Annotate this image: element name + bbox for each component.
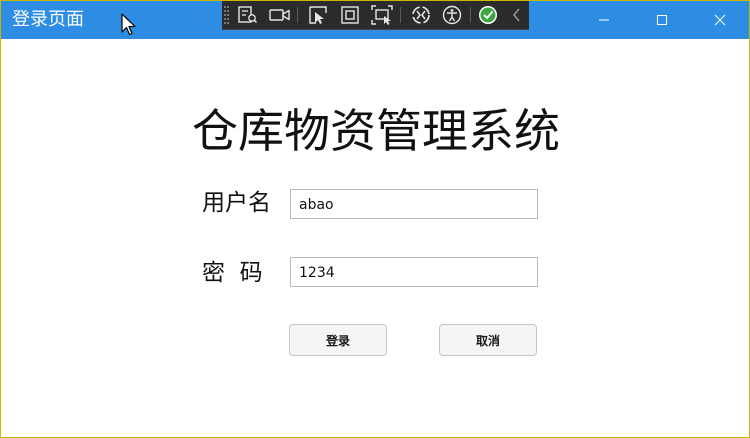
cancel-button[interactable]: 取消 <box>439 324 537 356</box>
collapse-toolbar-button[interactable] <box>506 4 528 26</box>
username-input[interactable]: abao <box>290 189 538 219</box>
collapse-chevron-icon <box>513 8 520 22</box>
login-window: 登录页面 仓库物资管理系统 用户名 abao 密 码 1234 登录 取消 <box>0 0 750 438</box>
minimize-icon <box>599 19 609 21</box>
accessibility-icon <box>442 5 462 25</box>
login-button[interactable]: 登录 <box>289 324 387 356</box>
hot-reload-icon <box>412 6 430 24</box>
minimize-button[interactable] <box>581 1 627 39</box>
close-button[interactable] <box>697 1 743 39</box>
record-button[interactable] <box>269 4 291 26</box>
track-focus-icon <box>371 5 393 25</box>
select-element-icon <box>309 6 327 24</box>
username-label: 用户名 <box>202 190 271 216</box>
video-camera-icon <box>269 9 290 21</box>
binding-ok-icon <box>479 6 497 24</box>
grip-icon[interactable] <box>224 5 230 25</box>
live-visual-tree-icon <box>238 6 258 24</box>
display-layout-adorners-button[interactable] <box>339 4 361 26</box>
maximize-button[interactable] <box>639 1 685 39</box>
close-icon <box>714 14 726 26</box>
mouse-cursor-icon <box>121 13 136 36</box>
page-title: 仓库物资管理系统 <box>192 104 560 158</box>
accessibility-checker-button[interactable] <box>441 4 463 26</box>
select-element-button[interactable] <box>307 4 329 26</box>
live-visual-tree-button[interactable] <box>237 4 259 26</box>
window-title: 登录页面 <box>12 9 84 30</box>
xaml-runtime-toolbar <box>222 1 529 30</box>
password-label: 密 码 <box>202 260 263 286</box>
track-focus-button[interactable] <box>371 4 393 26</box>
hot-reload-button[interactable] <box>410 4 432 26</box>
binding-failures-button[interactable] <box>477 4 499 26</box>
display-layout-adorners-icon <box>341 6 359 24</box>
password-input[interactable]: 1234 <box>290 257 538 287</box>
maximize-icon <box>657 15 667 25</box>
